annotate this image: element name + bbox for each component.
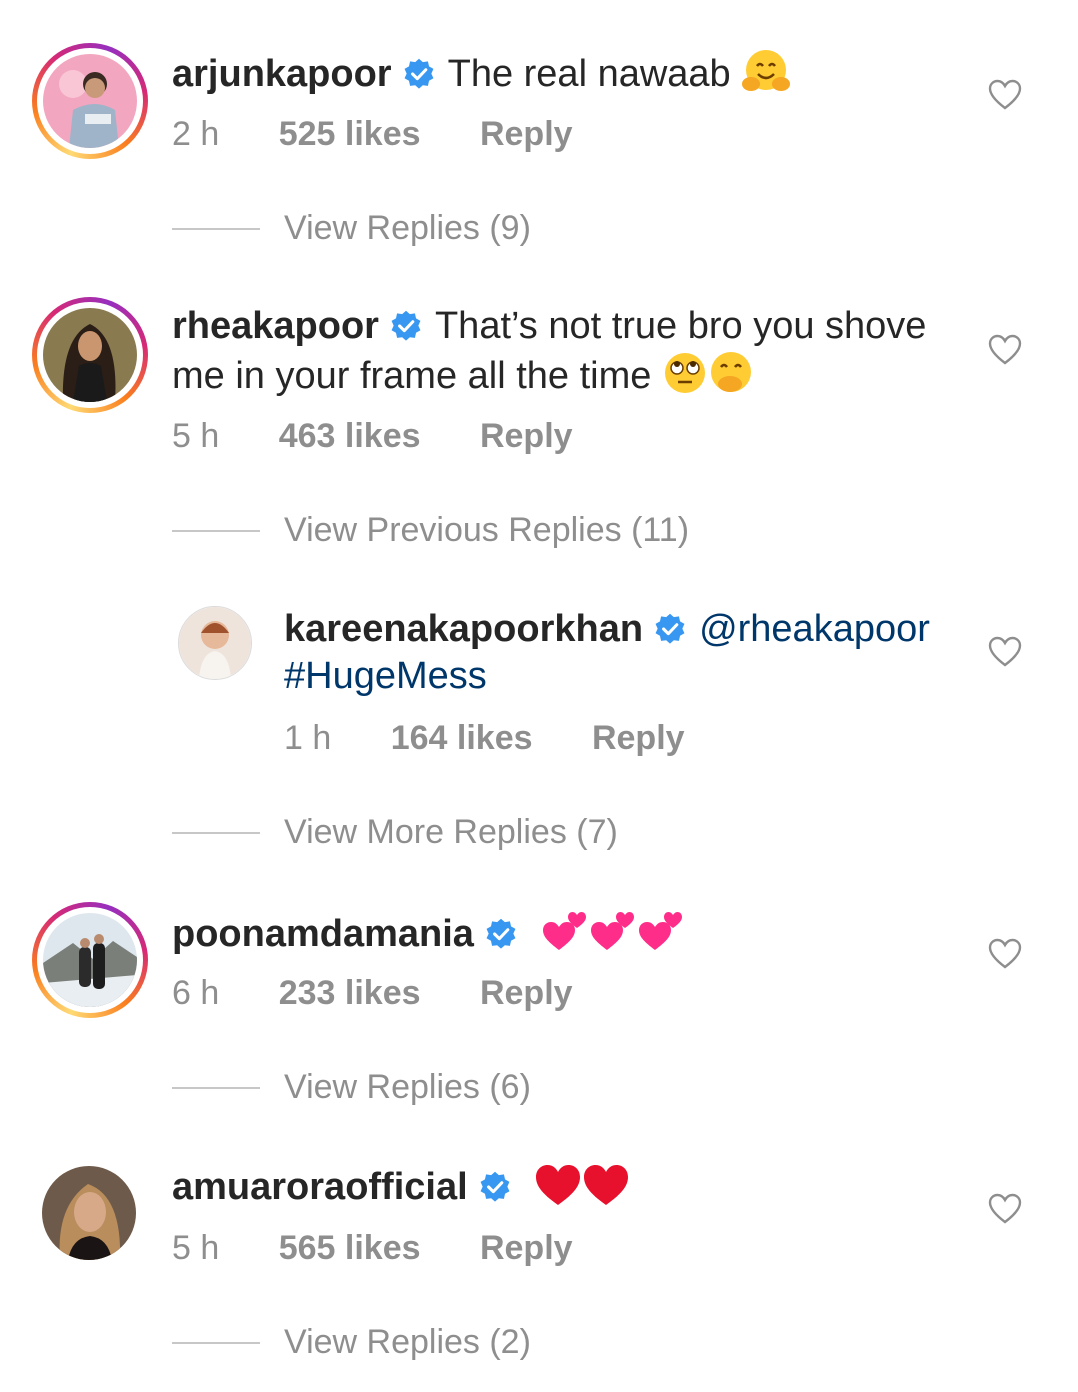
verified-badge-icon xyxy=(391,310,421,341)
divider xyxy=(172,1087,260,1089)
reply-button[interactable]: Reply xyxy=(480,115,573,153)
view-replies-label[interactable]: View Replies (6) xyxy=(284,1067,531,1107)
like-heart-icon[interactable] xyxy=(988,334,1022,366)
story-ring[interactable] xyxy=(32,902,148,1018)
hashtag-link[interactable]: #HugeMess xyxy=(284,655,487,697)
divider xyxy=(172,530,260,532)
like-heart-icon[interactable] xyxy=(988,1193,1022,1225)
timestamp: 5 h xyxy=(172,1229,220,1267)
view-replies-label[interactable]: View Previous Replies (11) xyxy=(284,510,689,550)
red-heart-emoji-icon xyxy=(584,1165,629,1205)
divider xyxy=(172,1342,260,1344)
view-replies-label[interactable]: View More Replies (7) xyxy=(284,812,618,852)
verified-badge-icon xyxy=(655,613,685,644)
avatar[interactable] xyxy=(178,606,252,680)
two-hearts-emoji-icon xyxy=(590,912,634,950)
likes-count[interactable]: 233 likes xyxy=(279,974,421,1012)
red-heart-emoji-icon xyxy=(536,1165,581,1205)
like-heart-icon[interactable] xyxy=(988,79,1022,111)
like-heart-icon[interactable] xyxy=(988,636,1022,668)
avatar[interactable] xyxy=(42,1166,136,1260)
story-ring[interactable] xyxy=(32,297,148,413)
username[interactable]: poonamdamania xyxy=(172,913,474,955)
hand-over-mouth-emoji-icon xyxy=(710,352,751,392)
likes-count[interactable]: 525 likes xyxy=(279,115,421,153)
two-hearts-emoji-icon xyxy=(542,912,586,950)
avatar[interactable] xyxy=(43,913,137,1007)
comment-text: That’s not true bro you shove xyxy=(434,305,927,347)
story-ring[interactable] xyxy=(32,43,148,159)
mention-link[interactable]: @rheakapoor xyxy=(699,608,930,650)
two-hearts-emoji-icon xyxy=(638,912,682,950)
comment-text-continued: me in your frame all the time xyxy=(172,355,652,397)
timestamp: 1 h xyxy=(284,719,332,757)
reply-button[interactable]: Reply xyxy=(480,417,573,455)
verified-badge-icon xyxy=(486,918,516,949)
divider xyxy=(172,228,260,230)
comment-text: The real nawaab xyxy=(447,53,731,95)
username[interactable]: kareenakapoorkhan xyxy=(284,608,643,650)
verified-badge-icon xyxy=(480,1171,510,1202)
verified-badge-icon xyxy=(404,58,434,89)
likes-count[interactable]: 164 likes xyxy=(391,719,533,757)
username[interactable]: rheakapoor xyxy=(172,305,379,347)
view-replies-label[interactable]: View Replies (9) xyxy=(284,208,531,248)
eye-roll-emoji-icon xyxy=(664,353,705,393)
timestamp: 5 h xyxy=(172,417,220,455)
like-heart-icon[interactable] xyxy=(988,938,1022,970)
avatar[interactable] xyxy=(43,308,137,402)
avatar[interactable] xyxy=(43,54,137,148)
username[interactable]: arjunkapoor xyxy=(172,53,392,95)
timestamp: 2 h xyxy=(172,115,220,153)
divider xyxy=(172,832,260,834)
username[interactable]: amuaroraofficial xyxy=(172,1166,468,1208)
reply-button[interactable]: Reply xyxy=(480,974,573,1012)
reply-button[interactable]: Reply xyxy=(480,1229,573,1267)
likes-count[interactable]: 565 likes xyxy=(279,1229,421,1267)
timestamp: 6 h xyxy=(172,974,220,1012)
reply-button[interactable]: Reply xyxy=(592,719,685,757)
hugging-face-emoji-icon xyxy=(742,50,791,91)
likes-count[interactable]: 463 likes xyxy=(279,417,421,455)
view-replies-label[interactable]: View Replies (2) xyxy=(284,1322,531,1362)
